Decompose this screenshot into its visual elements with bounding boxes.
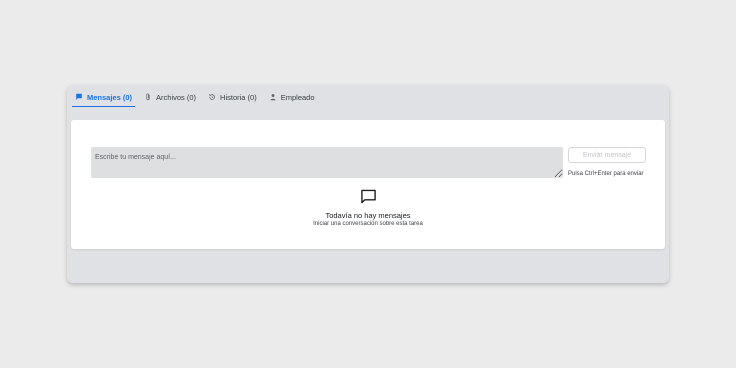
tab-label: Empleado bbox=[280, 92, 315, 102]
tab-messages[interactable]: Mensajes (0) bbox=[72, 88, 136, 107]
message-input[interactable] bbox=[91, 147, 563, 178]
messages-card: Enviar mensaje Pulsa Ctrl+Enter para env… bbox=[71, 120, 665, 249]
paperclip-icon bbox=[144, 93, 152, 101]
person-icon bbox=[269, 93, 277, 101]
history-icon bbox=[208, 93, 216, 101]
task-panel: Mensajes (0) Archivos (0) Historia (0) E… bbox=[67, 85, 669, 283]
tab-label: Historia (0) bbox=[220, 92, 257, 102]
tab-employee[interactable]: Empleado bbox=[266, 88, 318, 107]
tab-files[interactable]: Archivos (0) bbox=[141, 88, 199, 107]
tab-history[interactable]: Historia (0) bbox=[205, 88, 260, 107]
tab-label: Mensajes (0) bbox=[87, 92, 133, 102]
send-shortcut-hint: Pulsa Ctrl+Enter para enviar bbox=[568, 171, 644, 177]
chat-bubble-icon bbox=[360, 189, 376, 204]
flag-icon bbox=[75, 93, 83, 101]
empty-state-title: Todavía no hay mensajes bbox=[325, 211, 411, 220]
tab-bar: Mensajes (0) Archivos (0) Historia (0) E… bbox=[72, 85, 324, 107]
send-message-button[interactable]: Enviar mensaje bbox=[568, 147, 646, 163]
empty-state: Todavía no hay mensajes Iniciar una conv… bbox=[71, 189, 665, 227]
empty-state-subtitle: Iniciar una conversación sobre esta tare… bbox=[313, 221, 423, 227]
tab-label: Archivos (0) bbox=[156, 92, 197, 102]
